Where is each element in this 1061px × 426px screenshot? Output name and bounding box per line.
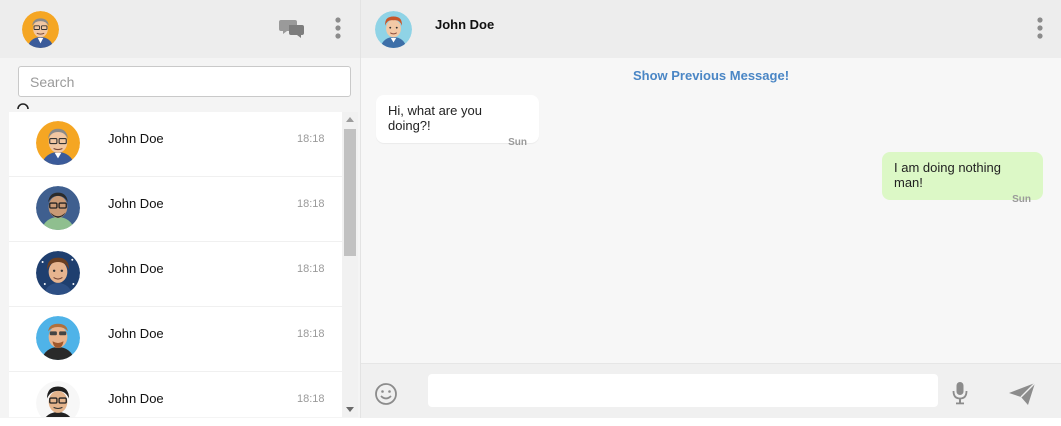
message-composer xyxy=(361,363,1061,418)
contact-avatar xyxy=(36,121,80,165)
microphone-icon[interactable] xyxy=(952,381,968,410)
contact-time: 18:18 xyxy=(297,328,325,340)
contact-list-item[interactable]: John Doe 18:18 xyxy=(9,177,342,242)
conversation-avatar[interactable] xyxy=(375,11,412,48)
message-text: I am doing nothing man! xyxy=(894,160,1001,190)
chat-app: John Doe 18:18 John Doe 18:18 xyxy=(0,0,1061,418)
page-bottom-margin xyxy=(0,418,1061,426)
conversation-header: John Doe xyxy=(361,0,1061,58)
search-area xyxy=(0,58,360,112)
left-header xyxy=(0,0,360,58)
user-avatar[interactable] xyxy=(22,11,59,48)
contact-list-item[interactable]: John Doe 18:18 xyxy=(9,372,342,417)
conversation-title: John Doe xyxy=(435,17,495,32)
contact-name: John Doe xyxy=(108,196,164,211)
message-day: Sun xyxy=(1012,194,1031,205)
scrollbar-thumb[interactable] xyxy=(344,129,356,256)
scroll-down-arrow-icon[interactable] xyxy=(346,407,354,412)
show-previous-messages-link[interactable]: Show Previous Message! xyxy=(361,68,1061,83)
contact-list-item[interactable]: John Doe 18:18 xyxy=(9,242,342,307)
contact-list: John Doe 18:18 John Doe 18:18 John Doe 1… xyxy=(9,112,342,417)
vertical-dots-menu-icon[interactable] xyxy=(334,17,342,44)
outgoing-message: I am doing nothing man! Sun xyxy=(882,152,1043,205)
search-input[interactable] xyxy=(18,66,351,97)
contact-time: 18:18 xyxy=(297,393,325,405)
contact-name: John Doe xyxy=(108,326,164,341)
contact-name: John Doe xyxy=(108,131,164,146)
contact-time: 18:18 xyxy=(297,133,325,145)
message-input[interactable] xyxy=(428,374,938,407)
contact-avatar xyxy=(36,316,80,360)
contact-list-scrollbar[interactable] xyxy=(342,112,358,417)
contact-avatar xyxy=(36,381,80,417)
incoming-message: Hi, what are you doing?! Sun xyxy=(376,95,539,148)
send-icon[interactable] xyxy=(1008,382,1036,411)
chat-bubbles-icon[interactable] xyxy=(279,18,305,43)
message-text: Hi, what are you doing?! xyxy=(388,103,482,133)
contact-list-item[interactable]: John Doe 18:18 xyxy=(9,112,342,177)
scroll-up-arrow-icon[interactable] xyxy=(346,117,354,122)
conversation-panel: John Doe Show Previous Message! Hi, what… xyxy=(361,0,1061,418)
contact-time: 18:18 xyxy=(297,198,325,210)
contact-time: 18:18 xyxy=(297,263,325,275)
message-day: Sun xyxy=(508,137,527,148)
contact-name: John Doe xyxy=(108,261,164,276)
vertical-dots-menu-icon[interactable] xyxy=(1036,17,1044,44)
contact-avatar xyxy=(36,251,80,295)
contact-list-item[interactable]: John Doe 18:18 xyxy=(9,307,342,372)
contacts-panel: John Doe 18:18 John Doe 18:18 xyxy=(0,0,361,418)
contact-name: John Doe xyxy=(108,391,164,406)
contact-avatar xyxy=(36,186,80,230)
emoji-icon[interactable] xyxy=(374,382,398,411)
